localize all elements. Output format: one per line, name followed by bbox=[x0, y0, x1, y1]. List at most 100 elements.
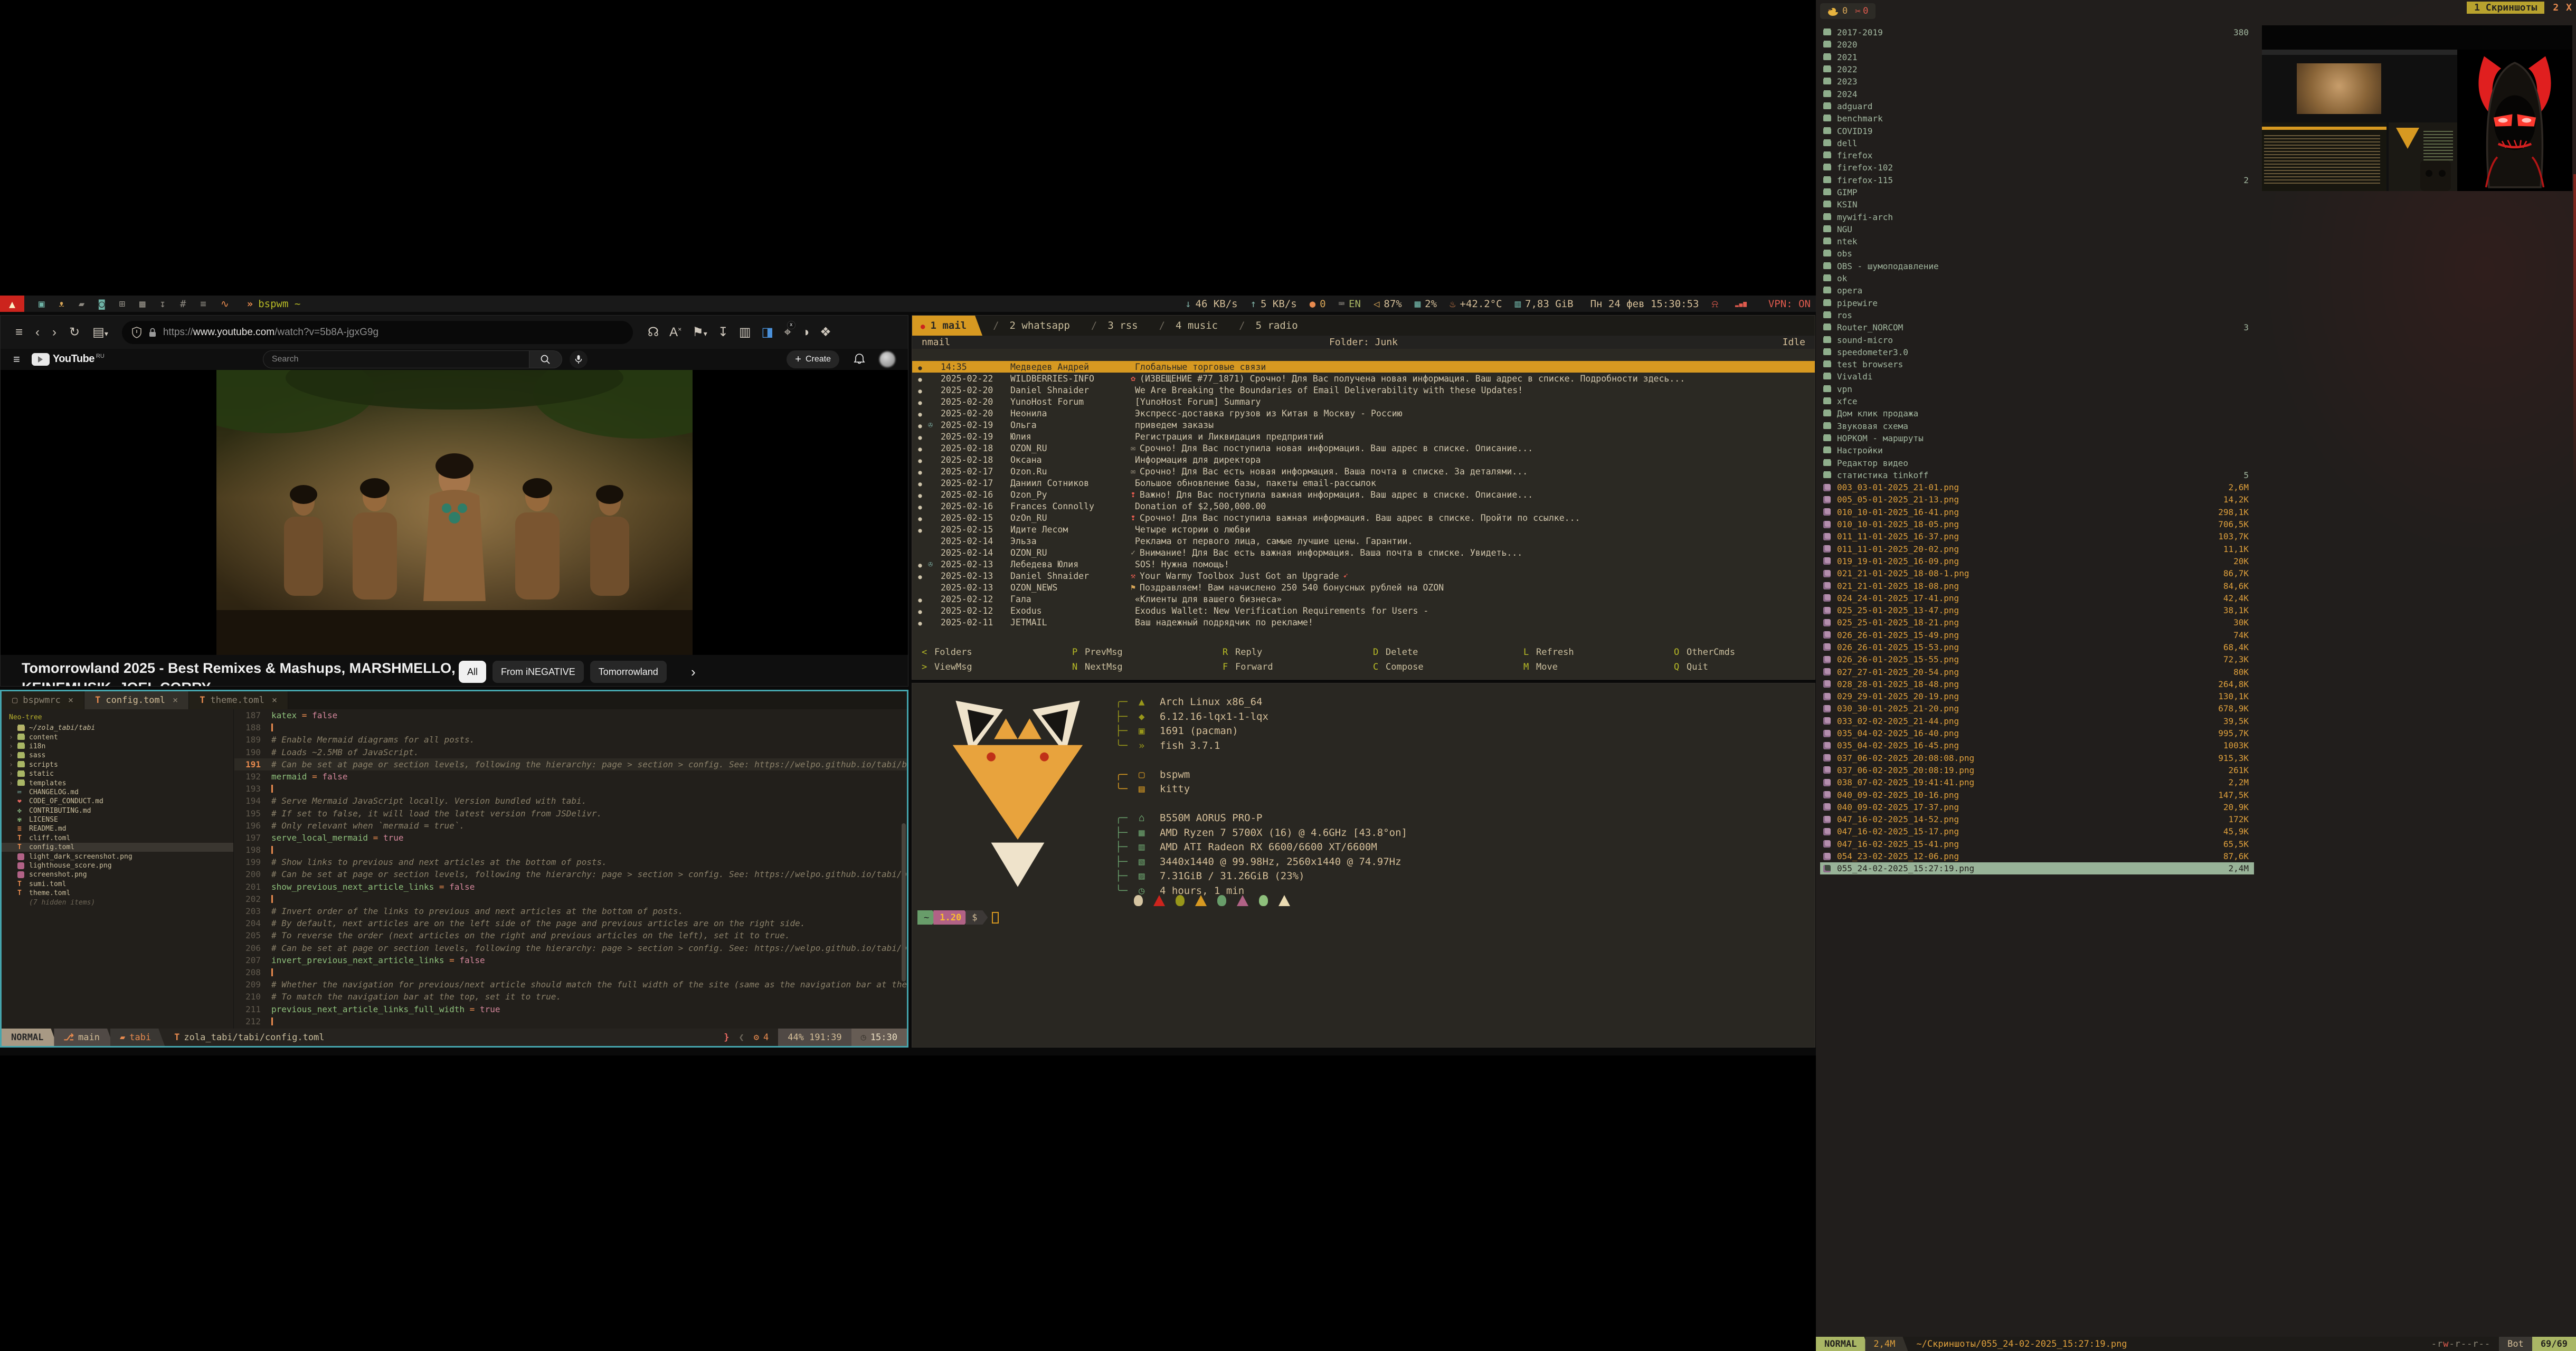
tab-screenshots[interactable]: 1 Скриншоты bbox=[2467, 2, 2544, 14]
file-entry[interactable]: test browsers bbox=[1820, 358, 2254, 370]
launcher-icon[interactable]: # bbox=[180, 298, 186, 310]
code-line[interactable]: 189# Enable Mermaid diagrams for all pos… bbox=[234, 734, 907, 746]
code-line[interactable]: 198 bbox=[234, 844, 907, 856]
file-entry[interactable]: ros bbox=[1820, 309, 2254, 321]
tree-item[interactable]: config.toml bbox=[2, 843, 233, 852]
file-entry[interactable]: 029_29-01-2025_20-19.png 130,1K bbox=[1820, 690, 2254, 702]
file-entry[interactable]: 055_24-02-2025_15:27:19.png 2,4M bbox=[1820, 862, 2254, 874]
file-entry[interactable]: 047_16-02-2025_15-17.png 45,9K bbox=[1820, 825, 2254, 838]
chip[interactable]: Tomorrowland bbox=[590, 661, 667, 683]
buffer-tab[interactable]: config.toml × bbox=[84, 691, 189, 709]
launcher-icon[interactable]: ∿ bbox=[221, 298, 229, 310]
scrollbar-thumb[interactable] bbox=[902, 823, 906, 982]
file-entry[interactable]: 2023 bbox=[1820, 75, 2254, 88]
tree-item[interactable]: light_dark_screenshot.png bbox=[2, 852, 233, 861]
file-entry[interactable]: vpn bbox=[1820, 383, 2254, 395]
code-line[interactable]: 187katex = false bbox=[234, 709, 907, 721]
help-key[interactable]: O bbox=[1674, 645, 1687, 660]
help-key[interactable]: F bbox=[1223, 660, 1235, 674]
close-buffer-icon[interactable]: × bbox=[272, 695, 277, 706]
code-line[interactable]: 200# Can be set at page or section level… bbox=[234, 868, 907, 880]
file-entry[interactable]: 040_09-02-2025_17-37.png 20,9K bbox=[1820, 801, 2254, 813]
screenshot-icon[interactable]: ⌖x bbox=[784, 325, 791, 340]
file-entry[interactable]: Vivaldi bbox=[1820, 370, 2254, 383]
email-row[interactable]: 2025-02-12 Exodus Exodus Wallet: New Ver… bbox=[912, 605, 1815, 616]
file-entry[interactable]: 003_03-01-2025_21-01.png 2,6M bbox=[1820, 481, 2254, 493]
file-entry[interactable]: 2017-2019 380 bbox=[1820, 26, 2254, 39]
tree-item[interactable]: CONTRIBUTING.md bbox=[2, 806, 233, 815]
terminal-tab[interactable]: 4 music bbox=[1149, 316, 1229, 336]
file-entry[interactable]: 024_24-01-2025_17-41.png 42,4K bbox=[1820, 592, 2254, 604]
help-key[interactable]: N bbox=[1072, 660, 1085, 674]
file-entry[interactable]: 010_10-01-2025_16-41.png 298,1K bbox=[1820, 506, 2254, 518]
file-path[interactable]: ~/Скриншоты/055_24-02-2025_15:27:19.png bbox=[1908, 1337, 2422, 1351]
diagnostics-count[interactable]: ⚙4 bbox=[744, 1029, 779, 1046]
file-entry[interactable]: 026_26-01-2025_15-49.png 74K bbox=[1820, 629, 2254, 641]
file-entry[interactable]: 033_02-02-2025_21-44.png 39,5K bbox=[1820, 715, 2254, 727]
file-entry[interactable]: firefox-102 bbox=[1820, 161, 2254, 174]
terminal-tab[interactable]: 5 radio bbox=[1228, 316, 1309, 336]
file-entry[interactable]: benchmark bbox=[1820, 112, 2254, 125]
shield-icon[interactable] bbox=[131, 327, 142, 338]
code-line[interactable]: 209# Whether the navigation for previous… bbox=[234, 978, 907, 991]
file-entry[interactable]: 2022 bbox=[1820, 63, 2254, 75]
file-entry[interactable]: Дом клик продажа bbox=[1820, 407, 2254, 420]
file-entry[interactable]: НОРКОМ - маршруты bbox=[1820, 432, 2254, 444]
reload-icon[interactable]: ↻ bbox=[69, 325, 80, 340]
workspace-label[interactable]: bspwm ~ bbox=[258, 298, 300, 310]
tree-item[interactable]: theme.toml bbox=[2, 889, 233, 898]
expand-arrow-icon[interactable]: › bbox=[9, 779, 17, 787]
tree-item[interactable]: README.md bbox=[2, 824, 233, 833]
file-entry[interactable]: 019_19-01-2025_16-09.png 20K bbox=[1820, 555, 2254, 567]
expand-arrow-icon[interactable]: › bbox=[9, 734, 17, 741]
translate-icon[interactable]: A× bbox=[669, 325, 681, 340]
code-editor[interactable]: 187katex = false 188 189# Enable Mermaid… bbox=[234, 709, 907, 1029]
youtube-logo[interactable]: YouTube RU bbox=[32, 353, 105, 366]
terminal-tab[interactable]: 1 mail bbox=[912, 316, 982, 336]
tree-item[interactable]: › content bbox=[2, 732, 233, 741]
voice-search-button[interactable] bbox=[570, 350, 588, 368]
code-line[interactable]: 194# Serve Mermaid JavaScript locally. V… bbox=[234, 795, 907, 807]
expand-arrow-icon[interactable]: › bbox=[9, 761, 17, 769]
create-button[interactable]: + Create bbox=[787, 350, 839, 368]
file-entry[interactable]: Редактор видео bbox=[1820, 456, 2254, 469]
code-line[interactable]: 197serve_local_mermaid = true bbox=[234, 832, 907, 844]
code-line[interactable]: 196# Only relevant when `mermaid = true`… bbox=[234, 820, 907, 832]
help-key[interactable]: > bbox=[922, 660, 934, 674]
file-entry[interactable]: 021_21-01-2025_18-08-1.png 86,7K bbox=[1820, 567, 2254, 579]
file-entry[interactable]: firefox-115 2 bbox=[1820, 174, 2254, 186]
git-branch[interactable]: ⎇main bbox=[54, 1029, 113, 1046]
email-row[interactable]: 2025-02-16 Ozon_Py ❢ Важно! Для Вас пост… bbox=[912, 489, 1815, 500]
library-icon[interactable]: ▥ bbox=[739, 325, 751, 340]
menu-icon[interactable]: ≡ bbox=[15, 325, 23, 340]
extensions-icon[interactable]: ❖ bbox=[820, 325, 831, 340]
code-line[interactable]: 207invert_previous_next_article_links = … bbox=[234, 954, 907, 966]
file-entry[interactable]: firefox bbox=[1820, 149, 2254, 161]
rss-icon[interactable]: ☊ bbox=[648, 325, 659, 340]
close-buffer-icon[interactable]: × bbox=[173, 695, 178, 706]
launcher-icon[interactable]: ≡ bbox=[200, 298, 206, 310]
file-entry[interactable]: 025_25-01-2025_13-47.png 38,1K bbox=[1820, 604, 2254, 616]
file-entry[interactable]: ntek bbox=[1820, 235, 2254, 248]
code-line[interactable]: 191# Can be set at page or section level… bbox=[234, 758, 907, 770]
file-entry[interactable]: 040_09-02-2025_10-16.png 147,5K bbox=[1820, 788, 2254, 801]
chip[interactable]: All bbox=[459, 661, 486, 683]
file-entry[interactable]: Настройки bbox=[1820, 444, 2254, 456]
email-row[interactable]: 2025-02-22 WILDBERRIES-INFO ✿ (ИЗВЕЩЕНИЕ… bbox=[912, 373, 1815, 384]
search-input-box[interactable] bbox=[263, 350, 529, 368]
code-line[interactable]: 208 bbox=[234, 966, 907, 978]
file-entry[interactable]: adguard bbox=[1820, 100, 2254, 112]
file-entry[interactable]: 021_21-01-2025_18-08.png 84,6K bbox=[1820, 579, 2254, 592]
tree-item[interactable]: (7 hidden items) bbox=[2, 898, 233, 907]
file-entry[interactable]: 028_28-01-2025_18-48.png 264,8K bbox=[1820, 678, 2254, 690]
file-entry[interactable]: Звуковая схема bbox=[1820, 420, 2254, 432]
file-entry[interactable]: 026_26-01-2025_15-53.png 68,4K bbox=[1820, 641, 2254, 653]
email-row[interactable]: 2025-02-11 JETMAIL Ваш надежный подрядчи… bbox=[912, 616, 1815, 628]
tree-item[interactable]: sumi.toml bbox=[2, 880, 233, 889]
darkreader-icon[interactable]: ◑ bbox=[802, 325, 810, 340]
file-entry[interactable]: 047_16-02-2025_14-52.png 172K bbox=[1820, 813, 2254, 825]
tree-item[interactable]: › scripts bbox=[2, 760, 233, 769]
file-entry[interactable]: 026_26-01-2025_15-55.png 72,3K bbox=[1820, 653, 2254, 665]
close-buffer-icon[interactable]: × bbox=[68, 695, 73, 706]
tree-item[interactable]: cliff.toml bbox=[2, 834, 233, 843]
